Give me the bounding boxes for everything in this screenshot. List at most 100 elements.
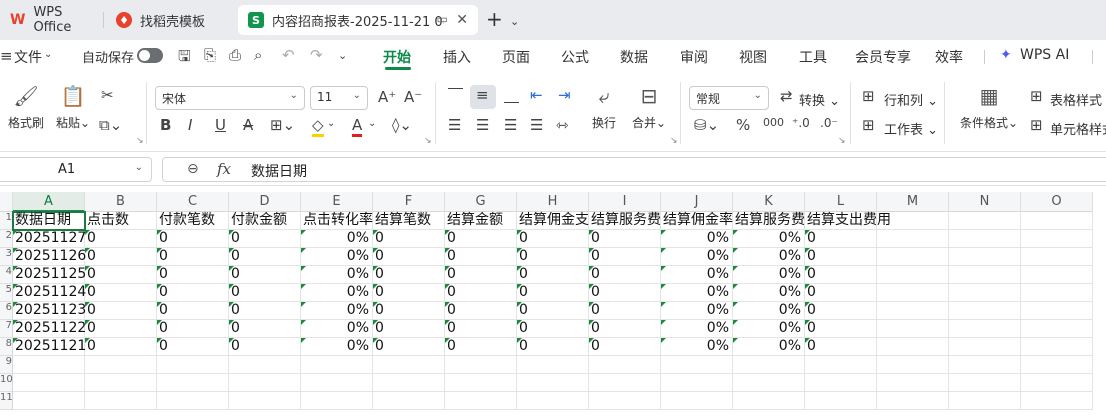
convert-button[interactable]: 转换 ⌄ — [799, 90, 840, 109]
table-cell[interactable]: 0% — [301, 266, 373, 284]
menu-view[interactable]: 视图 — [739, 47, 767, 67]
empty-cell[interactable] — [13, 392, 85, 410]
align-center-icon[interactable]: ☰ — [476, 116, 489, 134]
empty-cell[interactable] — [733, 392, 805, 410]
empty-cell[interactable] — [517, 356, 589, 374]
empty-cell[interactable] — [373, 356, 445, 374]
empty-cell[interactable] — [229, 374, 301, 392]
align-right-icon[interactable]: ☰ — [504, 116, 517, 134]
table-cell[interactable]: 0% — [301, 320, 373, 338]
table-cell[interactable]: 0 — [445, 266, 517, 284]
table-cell[interactable]: 0% — [733, 284, 805, 302]
decrease-decimal-icon[interactable]: .0⁻ — [820, 116, 838, 130]
table-cell[interactable]: 0 — [805, 266, 877, 284]
tab-docer-templates[interactable]: ♦ 找稻壳模板 — [106, 5, 231, 35]
clipboard-launcher-icon[interactable]: ↘ — [136, 136, 144, 146]
table-cell[interactable]: 0 — [445, 284, 517, 302]
spreadsheet-grid[interactable]: A B C D E F G H I J K L M N O 1 数据日期 点击数 付款笔数 付款金额 点击转化率 结算笔数… — [0, 192, 1106, 417]
empty-cell[interactable] — [949, 320, 1021, 338]
table-cell[interactable]: 0 — [229, 248, 301, 266]
table-cell[interactable]: 0% — [661, 248, 733, 266]
increase-indent-icon[interactable]: ⇥ — [558, 86, 571, 104]
empty-cell[interactable] — [589, 374, 661, 392]
font-launcher-icon[interactable]: ↘ — [424, 136, 432, 146]
table-cell[interactable]: 0 — [445, 320, 517, 338]
table-cell[interactable]: 0 — [805, 320, 877, 338]
table-cell[interactable]: 0 — [517, 320, 589, 338]
table-cell[interactable]: 0 — [85, 284, 157, 302]
column-header-n[interactable]: N — [949, 192, 1021, 212]
table-cell[interactable]: 0% — [733, 248, 805, 266]
empty-cell[interactable] — [589, 356, 661, 374]
table-cell[interactable]: 0% — [661, 284, 733, 302]
row-header[interactable]: 7 — [0, 320, 13, 338]
table-cell[interactable]: 0 — [229, 284, 301, 302]
table-cell[interactable]: 0 — [373, 266, 445, 284]
empty-cell[interactable] — [949, 230, 1021, 248]
empty-cell[interactable] — [949, 212, 1021, 230]
empty-cell[interactable] — [445, 392, 517, 410]
empty-cell[interactable] — [85, 374, 157, 392]
table-cell[interactable]: 0 — [229, 320, 301, 338]
empty-cell[interactable] — [877, 212, 949, 230]
increase-font-icon[interactable]: A⁺ — [378, 88, 396, 106]
chevron-down-icon[interactable]: ⌄ — [368, 118, 376, 129]
italic-icon[interactable]: I — [188, 116, 192, 134]
align-top-icon[interactable]: ⎺ — [448, 86, 463, 104]
empty-cell[interactable] — [949, 302, 1021, 320]
worksheet-icon[interactable]: ⊞ — [862, 116, 875, 134]
worksheet-button[interactable]: 工作表 ⌄ — [884, 119, 938, 138]
empty-cell[interactable] — [1021, 266, 1093, 284]
empty-cell[interactable] — [1021, 248, 1093, 266]
table-cell[interactable]: 0 — [373, 302, 445, 320]
tab-wps-office[interactable]: W WPS Office — [0, 5, 98, 35]
save-icon[interactable]: 🖫 — [178, 46, 191, 71]
empty-cell[interactable] — [445, 356, 517, 374]
table-cell[interactable]: 0 — [157, 338, 229, 356]
table-cell[interactable]: 0 — [85, 320, 157, 338]
table-cell[interactable]: 20251124 — [13, 284, 86, 302]
font-color-icon[interactable]: A — [352, 116, 363, 137]
print-icon[interactable]: ⎙ — [229, 46, 241, 64]
table-cell[interactable]: 0 — [85, 230, 157, 248]
empty-cell[interactable] — [949, 392, 1021, 410]
redo-icon[interactable]: ↷ — [310, 46, 323, 64]
paste-button[interactable]: 📋 粘贴⌄ — [56, 84, 90, 131]
table-cell[interactable]: 0 — [589, 266, 661, 284]
merge-button[interactable]: ⊟ 合并⌄ — [632, 84, 666, 131]
table-cell[interactable]: 0 — [589, 338, 661, 356]
empty-cell[interactable] — [877, 374, 949, 392]
empty-cell[interactable] — [733, 374, 805, 392]
decrease-font-icon[interactable]: A⁻ — [404, 88, 422, 106]
column-header-j[interactable]: J — [661, 192, 733, 212]
table-cell[interactable]: 0 — [229, 266, 301, 284]
empty-cell[interactable] — [877, 266, 949, 284]
column-header-k[interactable]: K — [733, 192, 805, 212]
table-cell[interactable]: 0% — [733, 266, 805, 284]
empty-cell[interactable] — [229, 392, 301, 410]
wrap-text-button[interactable]: ⤶ 换行 — [592, 84, 616, 131]
empty-cell[interactable] — [949, 266, 1021, 284]
chevron-down-icon[interactable]: ⌄ — [327, 118, 335, 129]
menu-page[interactable]: 页面 — [502, 47, 530, 67]
export-pdf-icon[interactable]: ⎘ — [204, 46, 216, 64]
header-cell[interactable]: 点击数 — [85, 212, 157, 230]
autosave-toggle[interactable] — [137, 48, 163, 63]
empty-cell[interactable] — [661, 374, 733, 392]
table-cell[interactable]: 0% — [301, 338, 373, 356]
column-header-b[interactable]: B — [85, 192, 157, 212]
header-cell[interactable]: 付款金额 — [229, 212, 301, 230]
row-header[interactable]: 9 — [0, 356, 13, 374]
strikethrough-icon[interactable]: A — [243, 116, 253, 134]
empty-cell[interactable] — [805, 392, 877, 410]
cut-icon[interactable]: ✂ — [101, 86, 114, 104]
empty-cell[interactable] — [1021, 338, 1093, 356]
empty-cell[interactable] — [1021, 392, 1093, 410]
empty-cell[interactable] — [877, 248, 949, 266]
table-cell[interactable]: 0 — [517, 302, 589, 320]
more-chevron-icon[interactable]: ⌄ — [338, 49, 347, 62]
header-cell[interactable]: 点击转化率 — [301, 212, 373, 230]
table-cell[interactable]: 0% — [661, 230, 733, 248]
table-cell[interactable]: 0 — [517, 284, 589, 302]
close-tab-icon[interactable]: ✕ — [456, 12, 468, 28]
